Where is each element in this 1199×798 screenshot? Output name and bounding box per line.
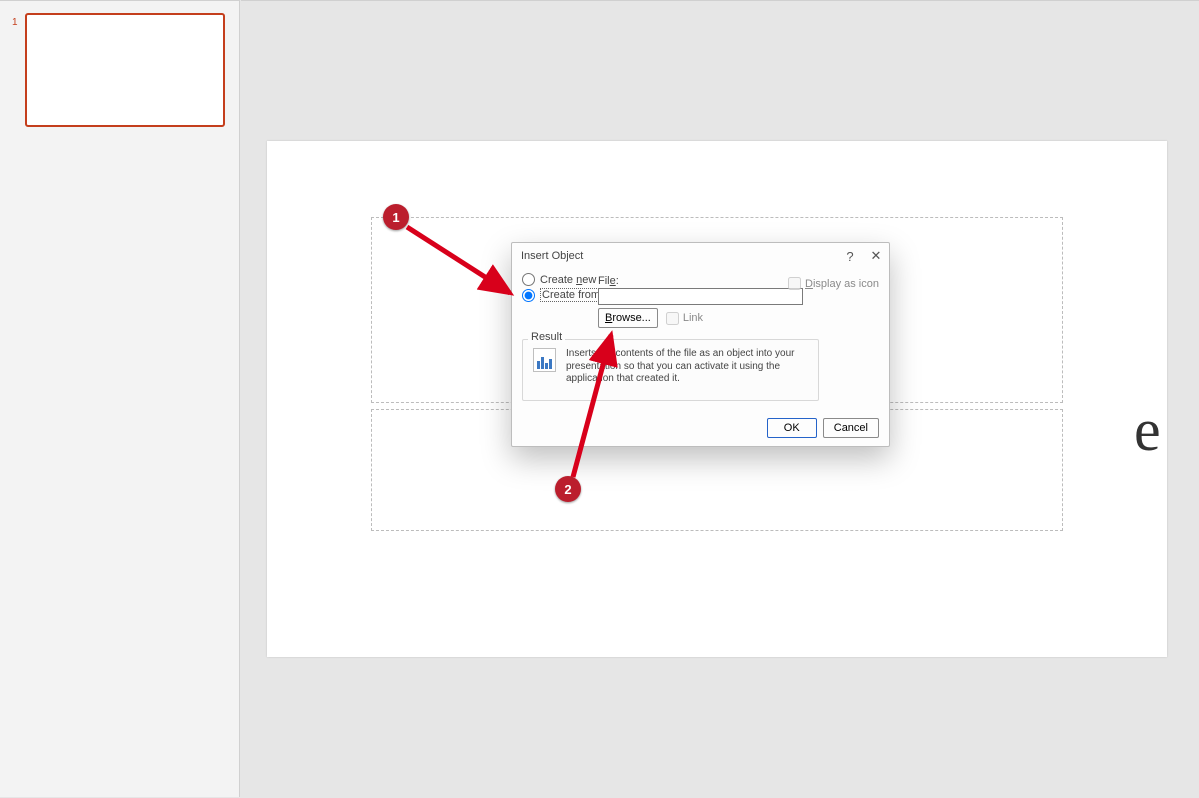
browse-button[interactable]: Browse... [598,308,658,328]
radio-create-new-label: Create new [540,274,596,286]
browse-row: Browse... Link [598,308,803,328]
file-path-input[interactable] [598,288,803,305]
ok-button[interactable]: OK [767,418,817,438]
display-as-icon-label: Display as icon [805,278,879,290]
slide-thumbnail-1[interactable] [25,13,225,127]
radio-create-new-input[interactable] [522,273,535,286]
display-as-icon-checkbox[interactable]: Display as icon [788,277,879,290]
thumbnail-number: 1 [12,17,18,28]
link-checkbox[interactable]: Link [666,312,703,325]
help-button[interactable]: ? [837,243,863,269]
cancel-button[interactable]: Cancel [823,418,879,438]
dialog-footer: OK Cancel [767,418,879,438]
dialog-title: Insert Object [512,250,837,262]
radio-create-from-file-input[interactable] [522,289,535,302]
file-label: File: [598,275,619,287]
result-box: Result Inserts the contents of the file … [522,339,819,401]
result-title: Result [528,331,565,343]
slide-thumbnail-panel: 1 [0,0,240,797]
dialog-body: Create new Create from file File: Browse… [512,269,889,302]
display-as-icon-input[interactable] [788,277,801,290]
annotation-marker-2: 2 [555,476,581,502]
file-block: File: Browse... Link [598,275,803,328]
result-icon [533,348,556,372]
result-description: Inserts the contents of the file as an o… [566,348,808,386]
link-checkbox-input[interactable] [666,312,679,325]
insert-object-dialog: Insert Object ? ✕ Create new Create from… [511,242,890,447]
link-checkbox-label: Link [683,312,703,324]
close-button[interactable]: ✕ [863,243,889,269]
annotation-marker-1: 1 [383,204,409,230]
dialog-titlebar: Insert Object ? ✕ [512,243,889,269]
title-placeholder-text-fragment: e [1134,400,1161,460]
